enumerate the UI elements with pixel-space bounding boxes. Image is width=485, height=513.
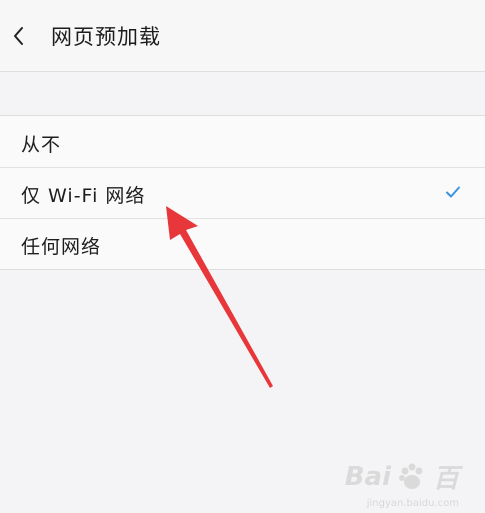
option-label: 任何网络 bbox=[21, 236, 102, 258]
chevron-left-icon bbox=[14, 27, 23, 45]
back-button[interactable] bbox=[6, 20, 34, 52]
watermark-brand: Bai bbox=[344, 461, 391, 492]
baidu-watermark: Bai 百 jingyan.baidu.com bbox=[344, 458, 459, 510]
title-bar: 网页预加载 bbox=[0, 0, 485, 72]
option-label: 仅 Wi-Fi 网络 bbox=[21, 185, 146, 207]
option-any-network[interactable]: 任何网络 bbox=[0, 218, 485, 269]
preload-options-list: 从不 仅 Wi-Fi 网络 任何网络 bbox=[0, 115, 485, 270]
watermark-url: jingyan.baidu.com bbox=[366, 498, 459, 509]
option-never[interactable]: 从不 bbox=[0, 116, 485, 167]
page-title: 网页预加载 bbox=[51, 25, 161, 49]
option-wifi-only[interactable]: 仅 Wi-Fi 网络 bbox=[0, 167, 485, 218]
checkmark-icon bbox=[446, 186, 460, 198]
option-label: 从不 bbox=[21, 134, 62, 156]
divider bbox=[0, 218, 485, 219]
watermark-brand-tail: 百 bbox=[432, 464, 459, 494]
divider bbox=[0, 167, 485, 168]
paw-icon bbox=[398, 463, 423, 489]
